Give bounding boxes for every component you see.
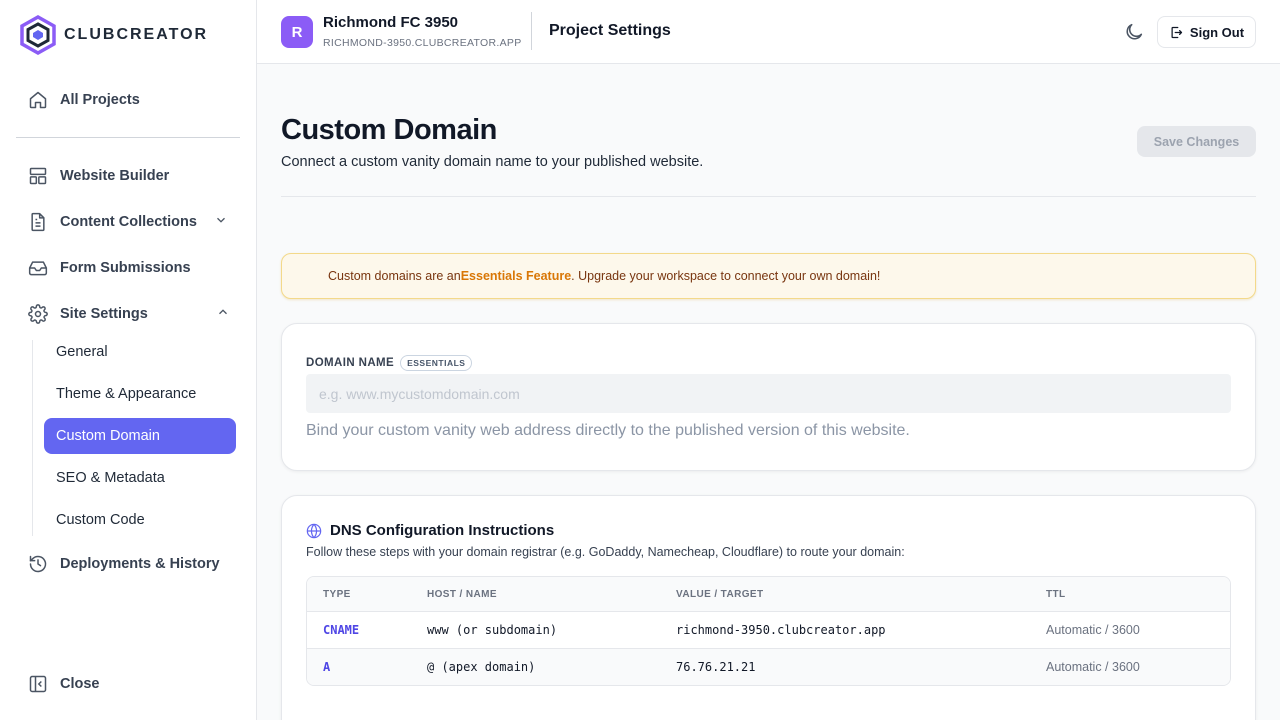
table-row: CNAME www (or subdomain) richmond-3950.c… (307, 611, 1230, 648)
submenu-rail (32, 340, 33, 536)
nav-close[interactable]: Close (28, 674, 100, 694)
sidebar-item-custom-domain[interactable]: Custom Domain (44, 418, 236, 454)
column-header-ttl: TTL (1046, 588, 1066, 600)
history-icon (28, 554, 48, 574)
dns-table: TYPE HOST / NAME VALUE / TARGET TTL CNAM… (306, 576, 1231, 686)
record-ttl: Automatic / 3600 (1046, 660, 1140, 674)
home-icon (28, 90, 48, 110)
project-avatar[interactable]: R (281, 16, 313, 48)
page-subtitle: Connect a custom vanity domain name to y… (281, 154, 704, 170)
nav-deployments-history[interactable]: Deployments & History (28, 554, 220, 574)
save-changes-button[interactable]: Save Changes (1137, 126, 1256, 157)
sidebar-divider (16, 137, 240, 138)
moon-icon[interactable] (1123, 21, 1145, 43)
nav-site-settings[interactable]: Site Settings (28, 304, 230, 324)
column-header-value: VALUE / TARGET (676, 588, 764, 600)
nav-website-builder[interactable]: Website Builder (28, 166, 169, 186)
nav-form-submissions[interactable]: Form Submissions (28, 258, 191, 278)
essentials-feature-link[interactable]: Essentials Feature (461, 269, 571, 283)
layout-icon (28, 166, 48, 186)
project-name: Richmond FC 3950 (323, 14, 459, 31)
document-icon (28, 212, 48, 232)
panel-collapse-icon (28, 674, 48, 694)
alert-text-before: Custom domains are an (328, 269, 461, 283)
record-value: richmond-3950.clubcreator.app (676, 623, 886, 637)
page-breadcrumb: Project Settings (549, 22, 671, 39)
nav-all-projects[interactable]: All Projects (28, 90, 140, 110)
nav-label: Form Submissions (60, 260, 191, 276)
top-bar: R Richmond FC 3950 RICHMOND-3950.CLUBCRE… (257, 0, 1280, 64)
dns-title: DNS Configuration Instructions (306, 522, 554, 539)
column-header-host: HOST / NAME (427, 588, 497, 600)
nav-label: Website Builder (60, 168, 170, 184)
table-header-row: TYPE HOST / NAME VALUE / TARGET TTL (307, 577, 1230, 611)
page-title: Custom Domain (281, 114, 497, 146)
sign-out-label: Sign Out (1189, 24, 1245, 40)
hexagon-logo-icon (20, 15, 56, 55)
domain-name-card: DOMAIN NAME ESSENTIALS Bind your custom … (281, 323, 1256, 471)
essentials-badge: ESSENTIALS (400, 355, 473, 371)
nav-label: Content Collections (60, 214, 197, 230)
sidebar-item-custom-code[interactable]: Custom Code (44, 502, 236, 538)
record-type: A (323, 660, 331, 674)
dns-title-text: DNS Configuration Instructions (330, 522, 555, 539)
sign-out-button[interactable]: Sign Out (1157, 16, 1256, 48)
nav-label: Deployments & History (60, 556, 220, 572)
nav-label: All Projects (60, 92, 140, 108)
globe-icon (306, 523, 322, 538)
chevron-up-icon[interactable] (216, 305, 230, 323)
sidebar-item-seo-metadata[interactable]: SEO & Metadata (44, 460, 236, 496)
record-value: 76.76.21.21 (676, 660, 756, 674)
record-host: @ (apex domain) (427, 660, 536, 674)
project-domain: RICHMOND-3950.CLUBCREATOR.APP (323, 37, 522, 49)
inbox-icon (28, 258, 48, 278)
gear-icon (28, 304, 48, 324)
sidebar-item-general[interactable]: General (44, 334, 236, 370)
sidebar-item-theme-appearance[interactable]: Theme & Appearance (44, 376, 236, 412)
domain-label-text: DOMAIN NAME (306, 357, 395, 369)
column-header-type: TYPE (323, 588, 351, 600)
record-ttl: Automatic / 3600 (1046, 623, 1140, 637)
sign-out-icon (1171, 26, 1183, 38)
topbar-separator (531, 12, 532, 50)
main-content: Custom Domain Connect a custom vanity do… (257, 64, 1280, 720)
domain-name-label: DOMAIN NAME ESSENTIALS (306, 355, 473, 371)
brand-name: CLUBCREATOR (64, 26, 209, 43)
nav-label: Site Settings (60, 306, 148, 322)
alert-text-after: . Upgrade your workspace to connect your… (571, 269, 881, 283)
dns-subtitle: Follow these steps with your domain regi… (306, 545, 905, 559)
domain-name-input[interactable] (306, 374, 1231, 413)
chevron-down-icon[interactable] (214, 213, 228, 231)
domain-help-text: Bind your custom vanity web address dire… (306, 422, 910, 439)
record-type: CNAME (323, 623, 360, 637)
table-row: A @ (apex domain) 76.76.21.21 Automatic … (307, 648, 1230, 685)
brand-logo[interactable]: CLUBCREATOR (20, 15, 208, 55)
upgrade-alert: Custom domains are an Essentials Feature… (281, 253, 1256, 299)
header-divider (281, 196, 1256, 197)
dns-instructions-card: DNS Configuration Instructions Follow th… (281, 495, 1256, 720)
nav-content-collections[interactable]: Content Collections (28, 212, 228, 232)
nav-label: Close (60, 676, 100, 692)
sidebar: CLUBCREATOR All Projects Website Builder… (0, 0, 257, 720)
record-host: www (or subdomain) (427, 623, 558, 637)
